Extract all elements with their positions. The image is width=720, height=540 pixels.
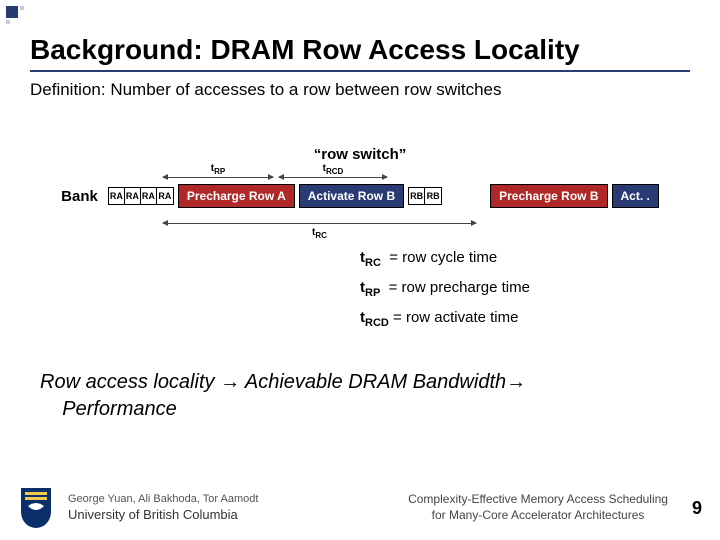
timing-legend: tRC = row cycle time tRP = row precharge… [360,244,690,333]
precharge-row-a-box: Precharge Row A [178,184,295,208]
slide-corner-deco [6,6,26,26]
ubc-logo-icon [18,486,54,530]
slide-title: Background: DRAM Row Access Locality [30,34,690,66]
legend-trc: tRC = row cycle time [360,244,690,274]
ra-access-group: RA RA RA RA [108,187,174,205]
timing-arrows-top: tRP tRCD [30,170,690,184]
footer-authors: George Yuan, Ali Bakhoda, Tor Aamodt Uni… [68,492,258,523]
row-switch-label: “row switch” [314,146,407,163]
activate-tail-box: Act. . [612,184,659,208]
slide-footer: George Yuan, Ali Bakhoda, Tor Aamodt Uni… [0,486,720,530]
legend-trp: tRP = row precharge time [360,274,690,304]
title-rule [30,70,690,72]
slide-subtitle: Definition: Number of accesses to a row … [30,80,690,100]
legend-trcd: tRCD = row activate time [360,304,690,334]
dram-timing-diagram: Bank RA RA RA RA Precharge Row A Activat… [30,184,690,208]
page-number: 9 [692,498,702,519]
footer-paper-title: Complexity-Effective Memory Access Sched… [408,492,668,523]
activate-row-b-box: Activate Row B [299,184,404,208]
precharge-row-b-box: Precharge Row B [490,184,607,208]
rb-access-group: RB RB [408,187,442,205]
conclusion-text: Row access locality → Achievable DRAM Ba… [40,369,690,423]
timing-arrows-bottom: tRC [30,216,690,230]
bank-label: Bank [61,188,98,205]
